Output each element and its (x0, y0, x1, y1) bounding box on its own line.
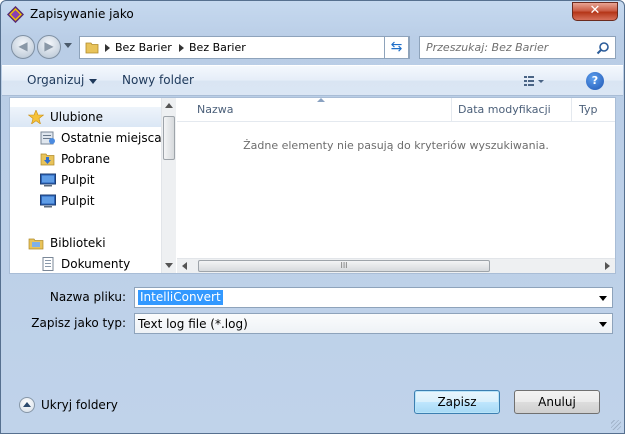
title-bar[interactable]: Zapisywanie jako ✕ (1, 1, 624, 29)
toolbar: Organizuj Nowy folder ? (2, 65, 623, 96)
address-bar[interactable]: Bez Barier Bez Barier (79, 36, 410, 59)
save-type-label: Zapisz jako typ: (31, 316, 126, 330)
save-type-value: Text log file (*.log) (138, 317, 248, 331)
breadcrumb-separator-icon[interactable] (105, 44, 110, 52)
sidebar-scrollbar[interactable] (161, 98, 176, 273)
sidebar-item-downloads[interactable]: Pobrane (10, 149, 162, 169)
sidebar-item-label: Pulpit (61, 194, 95, 208)
file-name-dropdown-icon[interactable] (599, 296, 607, 301)
navigation-bar: ◀ ▶ Bez Barier Bez Barier ⇆ Przeszukaj: … (9, 34, 616, 60)
sidebar-item-libraries[interactable]: Biblioteki (10, 233, 162, 253)
scroll-right-icon[interactable] (605, 262, 610, 270)
refresh-button[interactable]: ⇆ (384, 36, 409, 59)
search-input[interactable]: Przeszukaj: Bez Barier (426, 41, 548, 54)
recent-locations-dropdown-icon[interactable] (64, 43, 72, 48)
scrollbar-thumb[interactable]: III (198, 260, 490, 272)
sidebar-item-favorites[interactable]: Ulubione (10, 107, 162, 127)
save-as-dialog: Zapisywanie jako ✕ ◀ ▶ Bez Barier Bez Ba… (0, 0, 625, 434)
navigation-pane: Ulubione Ostatnie miejsca Pobrane Pulpit… (10, 98, 176, 273)
sidebar-item-desktop[interactable]: Pulpit (10, 191, 162, 211)
scroll-left-icon[interactable] (182, 262, 187, 270)
star-icon (28, 110, 44, 124)
sidebar-item-documents[interactable]: Dokumenty (10, 254, 162, 274)
sidebar-item-label: Dokumenty (61, 257, 131, 271)
sidebar-item-label: Ulubione (50, 110, 104, 124)
folder-icon (85, 42, 99, 54)
breadcrumb-separator-icon[interactable] (179, 44, 184, 52)
organize-button[interactable]: Organizuj (27, 73, 98, 87)
empty-results-message: Żadne elementy nie pasują do kryteriów w… (243, 139, 549, 152)
file-name-label: Nazwa pliku: (49, 290, 126, 304)
collapse-up-icon[interactable] (19, 397, 35, 413)
sort-ascending-icon (317, 98, 325, 102)
file-list-horizontal-scrollbar[interactable]: III (177, 258, 615, 273)
desktop-icon (40, 173, 56, 187)
desktop-icon (40, 194, 56, 208)
column-divider[interactable] (451, 98, 452, 122)
close-button[interactable]: ✕ (572, 2, 618, 21)
app-icon (7, 6, 24, 23)
file-name-value[interactable]: IntelliConvert (138, 290, 223, 305)
file-name-input[interactable]: IntelliConvert (134, 287, 613, 308)
breadcrumb-item[interactable]: Bez Barier (115, 41, 172, 54)
save-type-dropdown-icon[interactable] (599, 322, 607, 327)
resize-grip-icon[interactable] (611, 420, 621, 430)
column-header-row: Nazwa Data modyfikacji Typ (177, 98, 615, 122)
search-box[interactable]: Przeszukaj: Bez Barier (419, 36, 616, 59)
breadcrumb-item[interactable]: Bez Barier (189, 41, 246, 54)
scrollbar-thumb[interactable] (163, 116, 175, 160)
search-icon[interactable] (596, 41, 610, 55)
column-divider[interactable] (571, 98, 572, 122)
libraries-icon (28, 238, 44, 250)
window-title: Zapisywanie jako (30, 7, 134, 21)
sidebar-item-label: Pulpit (61, 173, 95, 187)
view-options-icon[interactable] (523, 74, 545, 88)
sidebar-item-recent-places[interactable]: Ostatnie miejsca (10, 128, 162, 148)
scroll-up-icon[interactable] (165, 103, 173, 108)
sidebar-item-label: Ostatnie miejsca (61, 131, 162, 145)
save-button[interactable]: Zapisz (414, 390, 500, 414)
sidebar-item-desktop[interactable]: Pulpit (10, 170, 162, 190)
hide-folders-label[interactable]: Ukryj foldery (41, 398, 118, 412)
file-list: Nazwa Data modyfikacji Typ Żadne element… (177, 98, 615, 273)
help-icon[interactable]: ? (586, 72, 604, 90)
forward-button[interactable]: ▶ (37, 35, 61, 59)
scroll-down-icon[interactable] (165, 263, 173, 268)
recent-places-icon (40, 131, 55, 145)
column-header-date[interactable]: Data modyfikacji (458, 103, 551, 116)
downloads-folder-icon (40, 153, 55, 166)
sidebar-item-label: Pobrane (61, 152, 111, 166)
cancel-button[interactable]: Anuluj (514, 390, 600, 414)
save-type-select[interactable]: Text log file (*.log) (134, 313, 613, 334)
content-area: Ulubione Ostatnie miejsca Pobrane Pulpit… (9, 97, 616, 274)
documents-icon (42, 257, 54, 271)
back-button[interactable]: ◀ (11, 35, 35, 59)
new-folder-button[interactable]: Nowy folder (122, 73, 194, 87)
sidebar-item-label: Biblioteki (50, 236, 106, 250)
column-header-name[interactable]: Nazwa (197, 103, 233, 116)
column-header-type[interactable]: Typ (579, 103, 598, 116)
